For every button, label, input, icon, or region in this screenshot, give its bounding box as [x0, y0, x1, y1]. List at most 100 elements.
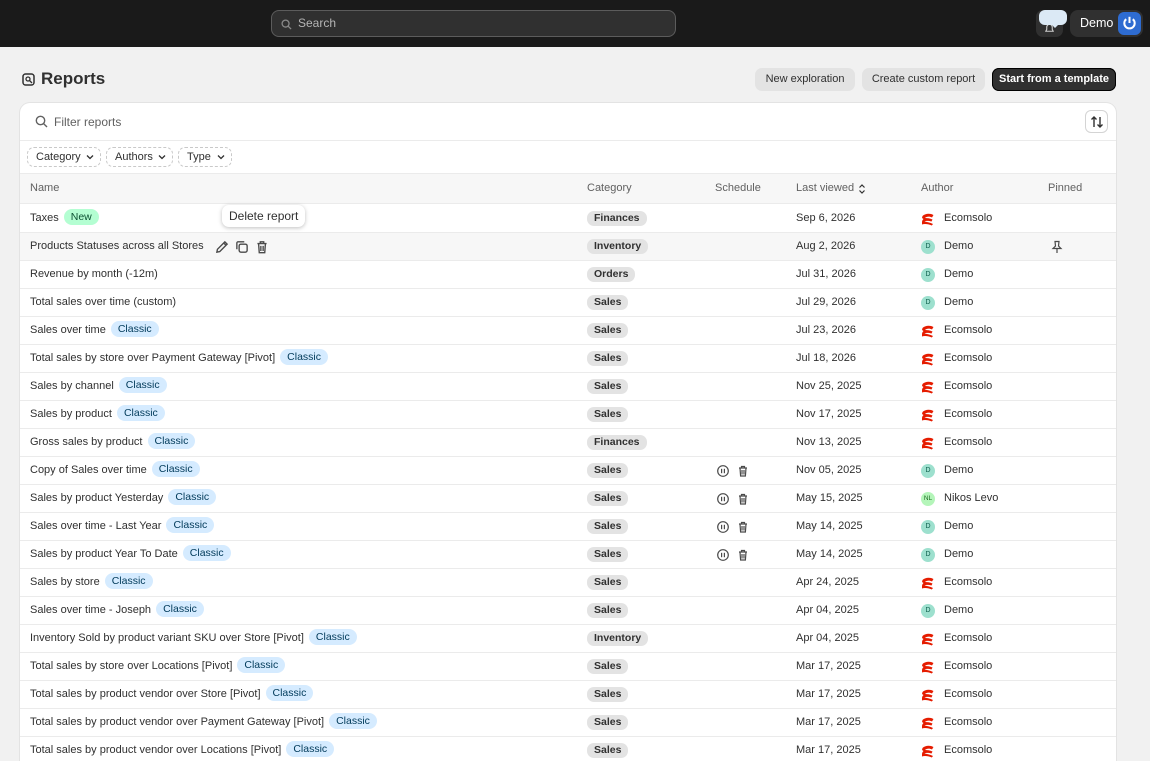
pin-icon[interactable]	[1051, 240, 1063, 254]
table-row[interactable]: Total sales by product vendor over Store…	[20, 681, 1116, 709]
global-search-input[interactable]: Search	[271, 10, 676, 37]
report-name[interactable]: Taxes	[30, 212, 59, 224]
last-viewed-date: Jul 29, 2026	[796, 296, 856, 308]
filter-chips: Category Authors Type	[20, 141, 1116, 173]
report-name[interactable]: Total sales by product vendor over Payme…	[30, 716, 324, 728]
report-name[interactable]: Total sales by product vendor over Locat…	[30, 744, 281, 756]
table-row[interactable]: Sales by channel Classic Sales Nov 25, 2025…	[20, 373, 1116, 401]
filter-reports-input[interactable]: Filter reports	[54, 103, 121, 141]
report-name-cell: Total sales by store over Payment Gatewa…	[30, 345, 329, 372]
report-name[interactable]: Total sales over time (custom)	[30, 296, 176, 308]
category-badge: Sales	[587, 603, 629, 618]
category-badge: Sales	[587, 407, 629, 422]
category-badge: Orders	[587, 267, 636, 282]
report-name[interactable]: Sales by product Yesterday	[30, 492, 163, 504]
report-name[interactable]: Sales by store	[30, 576, 100, 588]
type-filter-label: Type	[187, 151, 211, 163]
pause-icon[interactable]	[716, 520, 730, 534]
table-row[interactable]: Inventory Sold by product variant SKU ov…	[20, 625, 1116, 653]
author-name: Ecomsolo	[944, 436, 993, 448]
author-avatar: D	[921, 520, 935, 534]
column-header-name[interactable]: Name	[30, 174, 59, 203]
report-name[interactable]: Total sales by store over Locations [Piv…	[30, 660, 232, 672]
sort-button[interactable]	[1085, 110, 1108, 133]
table-row[interactable]: Sales by product Year To Date Classic Sale…	[20, 541, 1116, 569]
ecomsolo-logo-icon	[922, 633, 934, 646]
table-row[interactable]: Taxes New Finances Sep 6, 2026 Ecomsolo	[20, 205, 1116, 233]
pause-icon[interactable]	[716, 492, 730, 506]
column-header-schedule[interactable]: Schedule	[715, 174, 761, 203]
type-filter-chip[interactable]: Type	[178, 147, 232, 167]
pause-icon[interactable]	[716, 548, 730, 562]
table-row[interactable]: Total sales by product vendor over Locat…	[20, 737, 1116, 761]
search-icon	[281, 19, 292, 30]
table-row[interactable]: Copy of Sales over time Classic Sales Nov 0…	[20, 457, 1116, 485]
category-filter-label: Category	[36, 151, 81, 163]
trash-icon[interactable]	[736, 492, 750, 506]
ecomsolo-logo-icon	[922, 437, 934, 450]
report-name[interactable]: Sales by product	[30, 408, 112, 420]
table-row[interactable]: Total sales by product vendor over Payme…	[20, 709, 1116, 737]
start-from-template-button[interactable]: Start from a template	[992, 68, 1116, 91]
category-badge: Sales	[587, 295, 629, 310]
user-menu-button[interactable]: Demo	[1070, 10, 1143, 37]
new-exploration-button[interactable]: New exploration	[755, 68, 855, 91]
category-filter-chip[interactable]: Category	[27, 147, 101, 167]
table-row[interactable]: Products Statuses across all Stores Inven…	[20, 233, 1116, 261]
last-viewed-date: Apr 04, 2025	[796, 604, 859, 616]
report-name-cell: Copy of Sales over time Classic	[30, 457, 200, 484]
create-custom-report-button[interactable]: Create custom report	[862, 68, 985, 91]
trash-icon[interactable]	[254, 239, 270, 255]
report-name-cell: Total sales by product vendor over Store…	[30, 681, 314, 708]
report-name[interactable]: Sales over time - Joseph	[30, 604, 151, 616]
ecomsolo-logo-icon	[922, 213, 934, 226]
report-name[interactable]: Inventory Sold by product variant SKU ov…	[30, 632, 304, 644]
report-name-cell: Gross sales by product Classic	[30, 429, 196, 456]
report-name[interactable]: Gross sales by product	[30, 436, 143, 448]
report-name[interactable]: Total sales by store over Payment Gatewa…	[30, 352, 275, 364]
trash-icon[interactable]	[736, 464, 750, 478]
classic-tag: Classic	[116, 405, 165, 421]
column-header-pinned[interactable]: Pinned	[1048, 174, 1082, 203]
table-row[interactable]: Sales by product Classic Sales Nov 17, 2025…	[20, 401, 1116, 429]
authors-filter-label: Authors	[115, 151, 153, 163]
table-row[interactable]: Total sales over time (custom) Sales Jul 2…	[20, 289, 1116, 317]
last-viewed-date: May 15, 2025	[796, 492, 863, 504]
table-row[interactable]: Revenue by month (-12m) Orders Jul 31, 202…	[20, 261, 1116, 289]
report-name-cell: Total sales by product vendor over Payme…	[30, 709, 377, 736]
report-name[interactable]: Sales by channel	[30, 380, 114, 392]
schedule-actions	[716, 464, 750, 478]
table-row[interactable]: Total sales by store over Payment Gatewa…	[20, 345, 1116, 373]
report-name[interactable]: Copy of Sales over time	[30, 464, 147, 476]
last-viewed-date: Jul 18, 2026	[796, 352, 856, 364]
table-row[interactable]: Gross sales by product Classic Finances Nov…	[20, 429, 1116, 457]
report-name-cell: Total sales by store over Locations [Piv…	[30, 653, 286, 680]
report-name[interactable]: Sales over time - Last Year	[30, 520, 161, 532]
table-row[interactable]: Sales by store Classic Sales Apr 24, 2025 Ec…	[20, 569, 1116, 597]
author-name: Demo	[944, 464, 974, 476]
table-row[interactable]: Sales by product Yesterday Classic Sales Ma…	[20, 485, 1116, 513]
report-name[interactable]: Revenue by month (-12m)	[30, 268, 158, 280]
table-row[interactable]: Sales over time - Last Year Classic Sales M…	[20, 513, 1116, 541]
last-viewed-date: Mar 17, 2025	[796, 660, 861, 672]
store-avatar	[1118, 12, 1141, 35]
report-name[interactable]: Products Statuses across all Stores	[30, 240, 204, 252]
table-row[interactable]: Total sales by store over Locations [Piv…	[20, 653, 1116, 681]
table-row[interactable]: Sales over time - Joseph Classic Sales Apr …	[20, 597, 1116, 625]
pause-icon[interactable]	[716, 464, 730, 478]
trash-icon[interactable]	[736, 520, 750, 534]
table-row[interactable]: Sales over time Classic Sales Jul 23, 2026 E…	[20, 317, 1116, 345]
trash-icon[interactable]	[736, 548, 750, 562]
pencil-icon[interactable]	[214, 239, 230, 255]
author-name: Ecomsolo	[944, 660, 993, 672]
report-name[interactable]: Sales by product Year To Date	[30, 548, 178, 560]
category-badge: Sales	[587, 351, 629, 366]
duplicate-icon[interactable]	[234, 239, 250, 255]
report-name-cell: Sales by product Classic	[30, 401, 165, 428]
authors-filter-chip[interactable]: Authors	[106, 147, 173, 167]
report-name[interactable]: Sales over time	[30, 324, 106, 336]
column-header-category[interactable]: Category	[587, 174, 632, 203]
report-name[interactable]: Total sales by product vendor over Store…	[30, 688, 261, 700]
column-header-last-viewed[interactable]: Last viewed	[796, 174, 876, 203]
column-header-author[interactable]: Author	[921, 174, 953, 203]
